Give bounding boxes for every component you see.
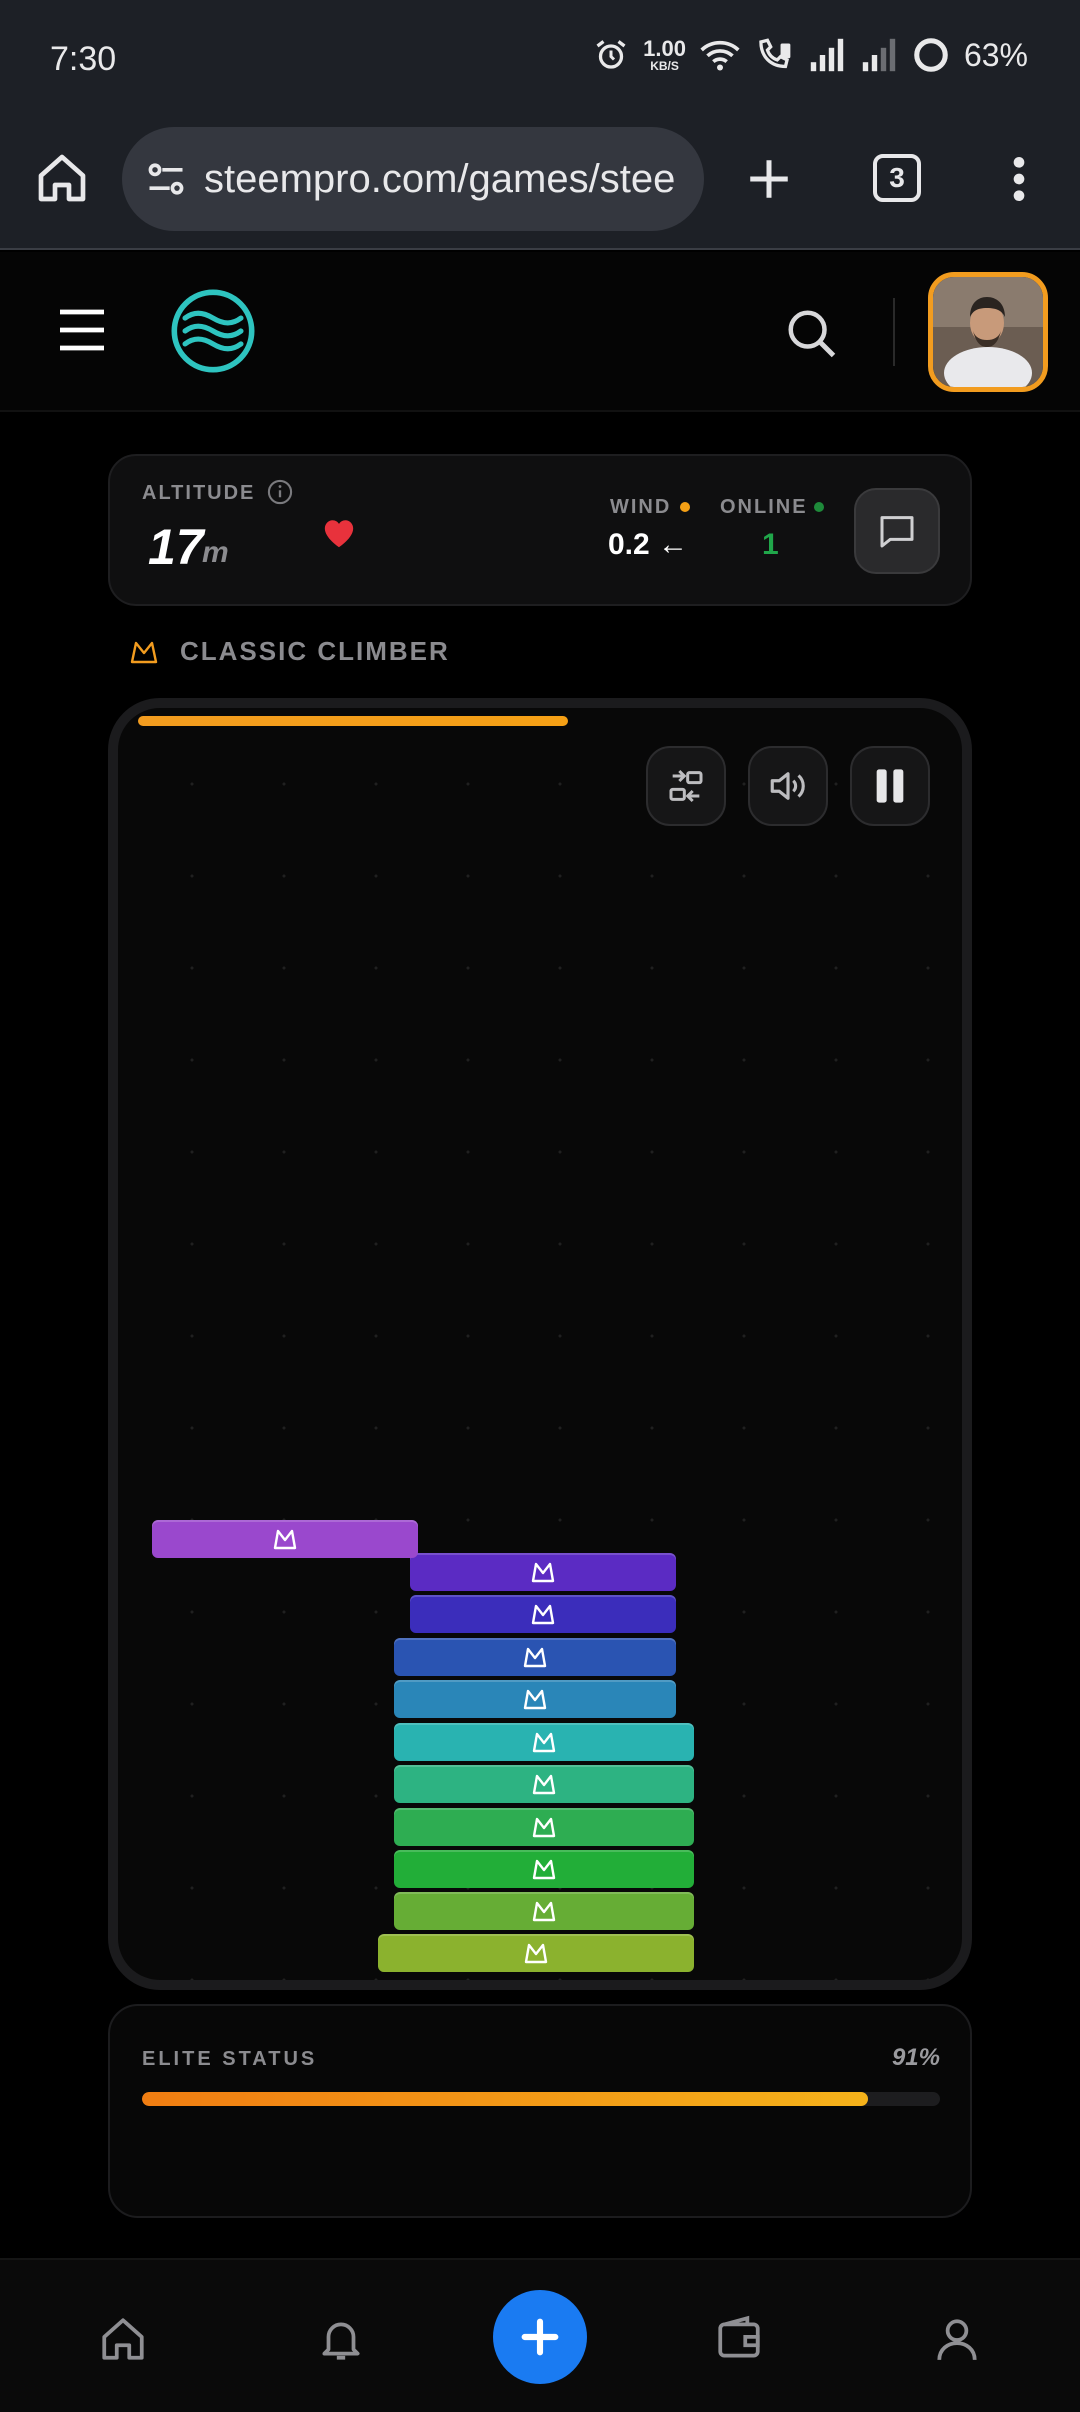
moving-block bbox=[152, 1520, 418, 1558]
header-divider bbox=[893, 298, 895, 366]
clock: 7:30 bbox=[50, 40, 117, 78]
stacked-block bbox=[378, 1934, 694, 1972]
nav-profile-icon[interactable] bbox=[932, 2314, 982, 2364]
status-icons: 1.00 KB/S 63% bbox=[593, 36, 1028, 74]
swap-mode-button[interactable] bbox=[646, 746, 726, 826]
stacked-block bbox=[394, 1723, 694, 1761]
game-mode-label: CLASSIC CLIMBER bbox=[180, 636, 450, 666]
pause-button[interactable] bbox=[850, 746, 930, 826]
altitude-value: 17 bbox=[148, 519, 204, 575]
block-crown-icon bbox=[531, 1604, 555, 1625]
elite-progress-track bbox=[142, 2092, 940, 2106]
online-label: ONLINE bbox=[720, 496, 808, 518]
elite-status-label: ELITE STATUS bbox=[142, 2048, 318, 2070]
create-post-button[interactable] bbox=[493, 2290, 587, 2384]
sound-toggle-button[interactable] bbox=[748, 746, 828, 826]
block-crown-icon bbox=[532, 1774, 556, 1795]
signal-strength-icon bbox=[810, 38, 844, 72]
block-crown-icon bbox=[523, 1647, 547, 1668]
online-count: 1 bbox=[762, 528, 779, 561]
site-header bbox=[0, 252, 1080, 412]
wifi-icon bbox=[700, 40, 740, 71]
altitude-label: ALTITUDE bbox=[142, 482, 256, 504]
steempro-logo-icon[interactable] bbox=[170, 288, 256, 374]
heart-icon bbox=[324, 520, 354, 548]
tab-switcher-button[interactable]: 3 bbox=[873, 154, 921, 202]
stacked-block bbox=[394, 1765, 694, 1803]
elite-status-card: ELITE STATUS 91% bbox=[108, 2004, 972, 2218]
game-canvas[interactable] bbox=[108, 698, 972, 1990]
browser-toolbar: steempro.com/games/stee 3 bbox=[0, 124, 1080, 250]
altitude-unit: m bbox=[202, 536, 229, 569]
online-indicator-dot bbox=[814, 502, 824, 512]
block-crown-icon bbox=[532, 1732, 556, 1753]
stacked-block bbox=[394, 1850, 694, 1888]
stacked-block bbox=[394, 1638, 676, 1676]
block-crown-icon bbox=[532, 1817, 556, 1838]
new-tab-icon[interactable] bbox=[744, 154, 794, 204]
stacked-block bbox=[394, 1808, 694, 1846]
more-menu-icon[interactable] bbox=[1004, 154, 1034, 204]
speaker-icon bbox=[770, 772, 805, 800]
mountain-crown-icon bbox=[130, 641, 158, 664]
signal-strength-2-icon bbox=[862, 38, 896, 72]
stats-card: ALTITUDE 17 m WIND 0.2 ← ONLINE 1 bbox=[108, 454, 972, 606]
system-status-bar: 7:30 1.00 KB/S 63% bbox=[0, 0, 1080, 124]
avatar-portrait-icon bbox=[933, 277, 1043, 387]
nav-home-icon[interactable] bbox=[98, 2314, 148, 2364]
user-avatar[interactable] bbox=[928, 272, 1048, 392]
nav-wallet-icon[interactable] bbox=[714, 2314, 764, 2364]
wind-value: 0.2 ← bbox=[608, 528, 689, 561]
block-crown-icon bbox=[523, 1689, 547, 1710]
wind-label: WIND bbox=[610, 496, 672, 518]
nav-bell-icon[interactable] bbox=[316, 2314, 366, 2364]
pause-icon bbox=[876, 769, 904, 803]
alarm-icon bbox=[596, 40, 626, 69]
stacked-block bbox=[394, 1892, 694, 1930]
info-icon[interactable] bbox=[266, 478, 294, 506]
game-timer-progress bbox=[138, 716, 569, 726]
block-crown-icon bbox=[532, 1859, 556, 1880]
battery-percent: 63% bbox=[963, 36, 1028, 73]
chat-bubble-icon bbox=[880, 516, 914, 548]
hamburger-menu-icon[interactable] bbox=[58, 308, 106, 352]
address-bar[interactable]: steempro.com/games/stee bbox=[122, 127, 704, 231]
swap-icon bbox=[669, 769, 703, 803]
elite-status-percent: 91% bbox=[891, 2044, 940, 2071]
plus-icon bbox=[521, 2318, 559, 2356]
block-crown-icon bbox=[273, 1529, 297, 1550]
elite-progress-fill bbox=[142, 2092, 869, 2106]
bottom-navigation bbox=[0, 2258, 1080, 2412]
block-crown-icon bbox=[532, 1901, 556, 1922]
stacked-block bbox=[394, 1680, 676, 1718]
url-text: steempro.com/games/stee bbox=[204, 157, 676, 201]
call-signal-icon bbox=[759, 38, 791, 69]
home-icon[interactable] bbox=[34, 150, 90, 206]
block-crown-icon bbox=[524, 1943, 548, 1964]
wind-indicator-dot bbox=[680, 502, 690, 512]
search-icon[interactable] bbox=[784, 306, 838, 360]
battery-ring-icon bbox=[914, 38, 948, 72]
stacked-block bbox=[410, 1553, 676, 1591]
network-speed: 1.00 KB/S bbox=[643, 36, 686, 73]
chat-button[interactable] bbox=[854, 488, 940, 574]
block-crown-icon bbox=[531, 1562, 555, 1583]
site-settings-icon[interactable] bbox=[144, 157, 188, 201]
stacked-block bbox=[410, 1595, 676, 1633]
